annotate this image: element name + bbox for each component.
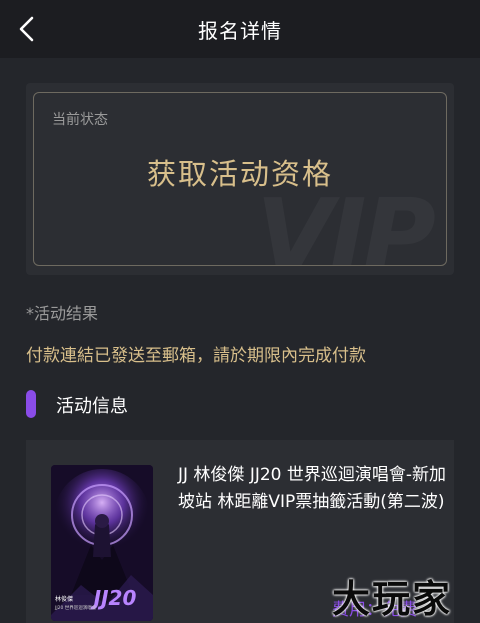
event-name: JJ 林俊傑 JJ20 世界巡迴演唱會-新加坡站 林距離VIP票抽籤活動(第二波… bbox=[178, 465, 447, 512]
poster-artist: 林俊傑 bbox=[55, 595, 73, 603]
section-accent-bar bbox=[26, 390, 36, 418]
event-poster-image[interactable]: JJ20 林俊傑 JJ20 世界巡迴演唱會 bbox=[51, 465, 153, 621]
poster-artwork: JJ20 林俊傑 JJ20 世界巡迴演唱會 bbox=[51, 465, 153, 621]
header-bar: 报名详情 bbox=[0, 0, 480, 58]
status-label: 当前状态 bbox=[52, 112, 108, 128]
status-panel: VIP 当前状态 获取活动资格 bbox=[33, 92, 447, 266]
poster-logo: JJ20 bbox=[90, 586, 137, 610]
section-title: 活动信息 bbox=[56, 396, 128, 417]
site-watermark-logo: 大玩家 bbox=[332, 577, 453, 621]
result-label: *活动结果 bbox=[26, 304, 99, 323]
status-card: VIP 当前状态 获取活动资格 bbox=[26, 83, 454, 275]
result-text: 付款連結已發送至郵箱，請於期限內完成付款 bbox=[26, 346, 366, 366]
status-value: 获取活动资格 bbox=[146, 157, 333, 191]
page-title: 报名详情 bbox=[198, 19, 282, 43]
poster-subtitle: JJ20 世界巡迴演唱會 bbox=[54, 604, 97, 611]
